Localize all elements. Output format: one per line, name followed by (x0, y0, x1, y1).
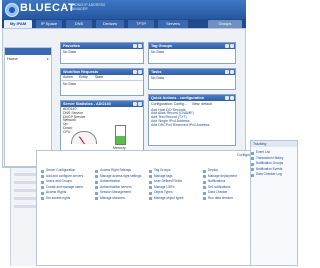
tasks-header: Tasks (149, 69, 235, 75)
config-link[interactable]: User Defined Fields (149, 180, 201, 184)
tag-groups-title: Tag Groups (151, 44, 173, 48)
workflow-header: Workflow Requests (61, 69, 143, 75)
tasks-widget: Tasks No Data (148, 68, 236, 90)
config-link[interactable]: Tag Groups (149, 168, 201, 173)
quick-actions-widget: Quick Actions - configuration Configurat… (148, 94, 236, 146)
config-link[interactable]: Create and manage users (41, 185, 93, 190)
tracking-link[interactable]: Event List (251, 150, 297, 155)
config-link[interactable]: Deploy (203, 168, 255, 173)
tracking-link[interactable]: Transaction History (251, 156, 297, 161)
tab-my-ipam[interactable]: My IPAM (4, 20, 32, 28)
config-link[interactable]: Manage access right settings (95, 174, 147, 179)
column-entity[interactable]: Entity (79, 75, 95, 80)
app-header: BLUECAT ADONIS IP ADDRESS MANAGER (2, 0, 246, 19)
config-link[interactable]: Authentication servers (95, 185, 147, 190)
config-link[interactable]: Manage object types (149, 196, 201, 201)
gauge-needle (78, 136, 85, 145)
config-column: Deploy Manage deployment Notifications S… (203, 168, 255, 203)
app-window: BLUECAT ADONIS IP ADDRESS MANAGER My IPA… (0, 0, 300, 268)
view-select[interactable]: View: default (192, 102, 212, 106)
widget-settings-icon[interactable] (133, 70, 137, 74)
config-column: Tag Groups Manage tags User Defined Fiel… (149, 168, 201, 203)
tab-tftp[interactable]: TFTP (128, 20, 154, 28)
sidebar-header (5, 48, 51, 55)
config-link[interactable]: Authentication (95, 180, 147, 184)
quick-action-link[interactable]: Add DHCPv4 Reserved IPv4 Address (151, 123, 233, 128)
config-link[interactable]: Manage tags (149, 174, 201, 179)
tab-servers[interactable]: Servers (158, 20, 188, 28)
config-link[interactable]: Notifications (203, 180, 255, 184)
config-link[interactable]: Data Checker (203, 191, 255, 195)
brand-name: BLUECAT (20, 2, 76, 14)
config-link[interactable]: Manage UDFs (149, 185, 201, 190)
workflow-widget: Workflow Requests Action Entity State No D… (60, 68, 144, 96)
sidebar: Home ▸ (4, 47, 52, 167)
tasks-empty-text: No Data (151, 76, 164, 80)
widget-close-icon[interactable] (138, 102, 142, 106)
widget-settings-icon[interactable] (225, 70, 229, 74)
config-link[interactable]: Add and configure servers (41, 174, 93, 179)
workflow-empty-text: No Data (63, 82, 76, 86)
config-link[interactable]: Access Right Settings (95, 168, 147, 173)
chevron-right-icon: ▸ (46, 56, 49, 61)
widget-settings-icon[interactable] (225, 44, 229, 48)
config-link[interactable]: Object Types (149, 191, 201, 195)
tracking-link[interactable]: Data Checker Log (251, 173, 297, 177)
config-link[interactable]: Set access rights (41, 196, 93, 201)
tracking-panel: Tracking Event List Transaction History … (250, 140, 298, 266)
quick-actions-header: Quick Actions - configuration (149, 95, 235, 101)
workflow-title: Workflow Requests (63, 70, 99, 74)
config-link[interactable]: Session Management (95, 191, 147, 195)
server-statistics-header: Server Statistics - ADO140 (61, 101, 143, 107)
config-link[interactable]: Users and Groups (41, 180, 93, 184)
tab-ip-space[interactable]: IP Space (36, 20, 62, 28)
bluecat-logo-icon (5, 3, 19, 17)
column-action[interactable]: Action (63, 75, 79, 80)
widget-close-icon[interactable] (138, 70, 142, 74)
memory-fill (116, 135, 125, 144)
widget-close-icon[interactable] (230, 96, 234, 100)
memory-meter (115, 125, 126, 145)
config-link[interactable]: Run data checker (203, 196, 255, 201)
favorites-header: Favorites (61, 43, 143, 49)
config-link[interactable]: Set notifications (203, 185, 255, 190)
config-link[interactable]: Manage deployment (203, 174, 255, 179)
widget-settings-icon[interactable] (133, 44, 137, 48)
favorites-title: Favorites (63, 44, 80, 48)
sidebar-item-home[interactable]: Home ▸ (5, 55, 51, 62)
column-state[interactable]: State (95, 75, 111, 80)
tag-groups-header: Tag Groups (149, 43, 235, 49)
configuration-select[interactable]: Configuration: Config... (151, 102, 187, 106)
favorites-widget: Favorites No Data (60, 42, 144, 64)
tab-dns[interactable]: DNS (66, 20, 92, 28)
widget-close-icon[interactable] (138, 44, 142, 48)
tracking-link[interactable]: Notification Events (251, 167, 297, 172)
config-link[interactable]: Manage sessions (95, 196, 147, 201)
widget-settings-icon[interactable] (133, 102, 137, 106)
favorites-empty-text: No Data (63, 50, 76, 54)
config-column: Server Configuration Add and configure s… (41, 168, 93, 203)
tasks-title: Tasks (151, 70, 162, 74)
tab-groups[interactable]: Groups (208, 20, 242, 28)
tab-devices[interactable]: Devices (96, 20, 124, 28)
widget-close-icon[interactable] (230, 70, 234, 74)
sidebar-item-label: Home (7, 56, 18, 61)
config-link[interactable]: Access Rights (41, 191, 93, 195)
tag-groups-empty-text: No Data (151, 50, 164, 54)
server-statistics-title: Server Statistics - ADO140 (63, 102, 111, 106)
tab-bar: My IPAM IP Space DNS Devices TFTP Server… (2, 19, 246, 28)
config-link[interactable]: Server Configuration (41, 168, 93, 173)
tag-groups-widget: Tag Groups No Data (148, 42, 236, 64)
quick-actions-title: Quick Actions - configuration (151, 96, 205, 100)
tracking-link[interactable]: Notification Groups (251, 162, 297, 166)
config-column: Access Right Settings Manage access righ… (95, 168, 147, 203)
widget-settings-icon[interactable] (225, 96, 229, 100)
brand-subtitle: ADONIS IP ADDRESS MANAGER (70, 3, 106, 11)
widget-close-icon[interactable] (230, 44, 234, 48)
